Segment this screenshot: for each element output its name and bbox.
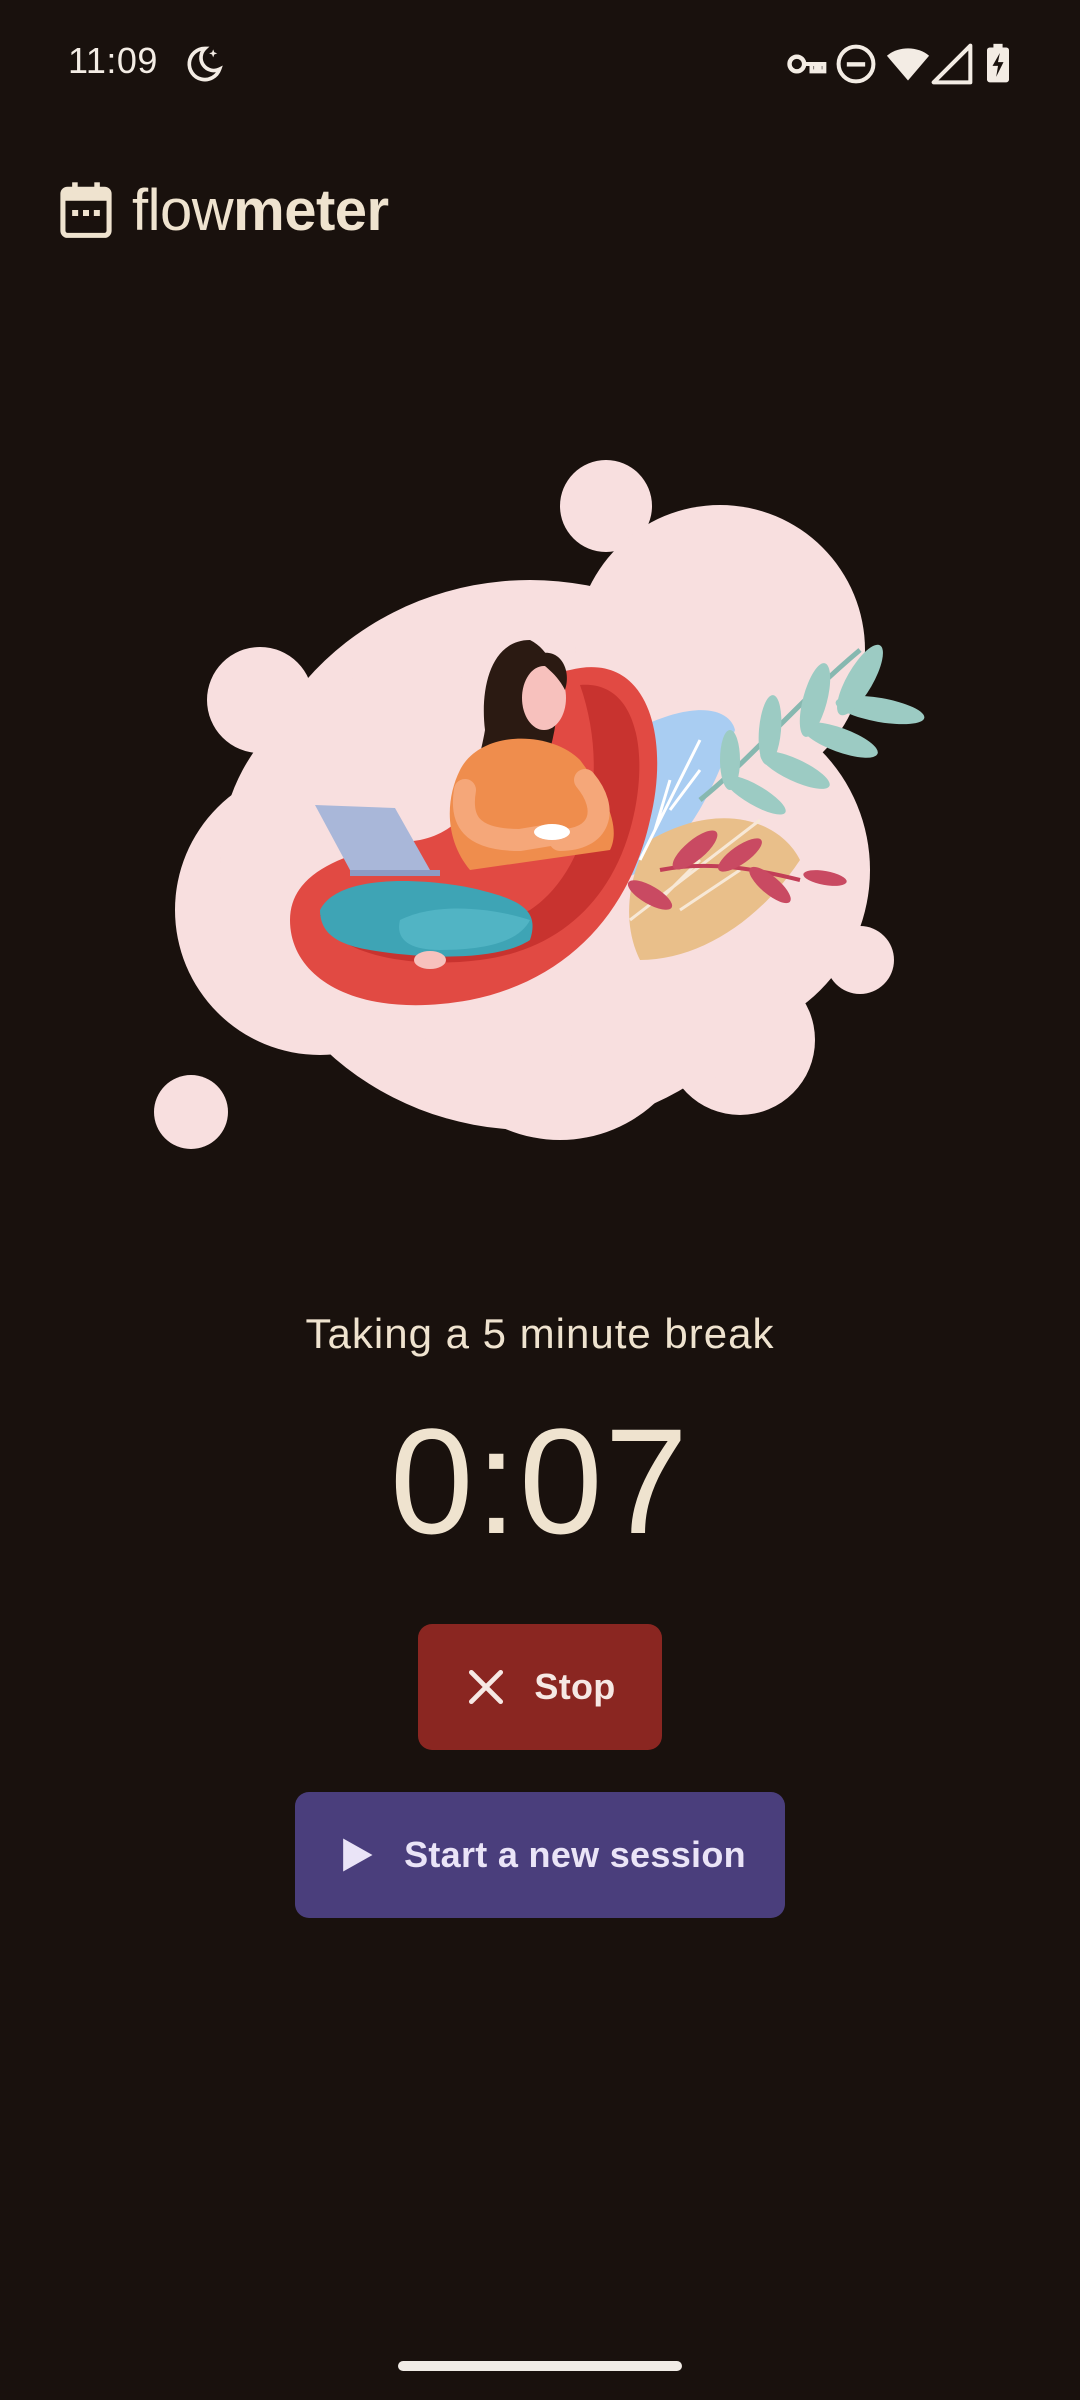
close-icon (464, 1665, 508, 1709)
app-header: flowmeter (58, 170, 389, 250)
gesture-navigation-handle[interactable] (398, 2361, 682, 2371)
start-new-session-label: Start a new session (404, 1834, 746, 1875)
wifi-icon (886, 42, 930, 86)
play-icon (334, 1833, 378, 1877)
app-title-bold: meter (233, 177, 389, 243)
app-title-light: flow (132, 177, 234, 243)
app-title: flowmeter (132, 177, 389, 244)
break-status-text: Taking a 5 minute break (305, 1310, 775, 1357)
do-not-disturb-moon-icon (182, 42, 226, 86)
battery-charging-icon (976, 42, 1020, 86)
stop-button-label: Stop (534, 1666, 616, 1707)
do-not-disturb-icon (834, 42, 878, 86)
status-time: 11:09 (68, 40, 158, 81)
timer-display: 0:07 (390, 1397, 690, 1565)
break-illustration (140, 440, 960, 1160)
status-bar: 11:09 (0, 0, 1080, 130)
start-new-session-button[interactable]: Start a new session (295, 1792, 785, 1918)
cell-signal-icon (930, 42, 974, 86)
vpn-key-icon (784, 42, 828, 86)
calendar-icon (58, 180, 114, 240)
stop-button[interactable]: Stop (418, 1624, 662, 1750)
